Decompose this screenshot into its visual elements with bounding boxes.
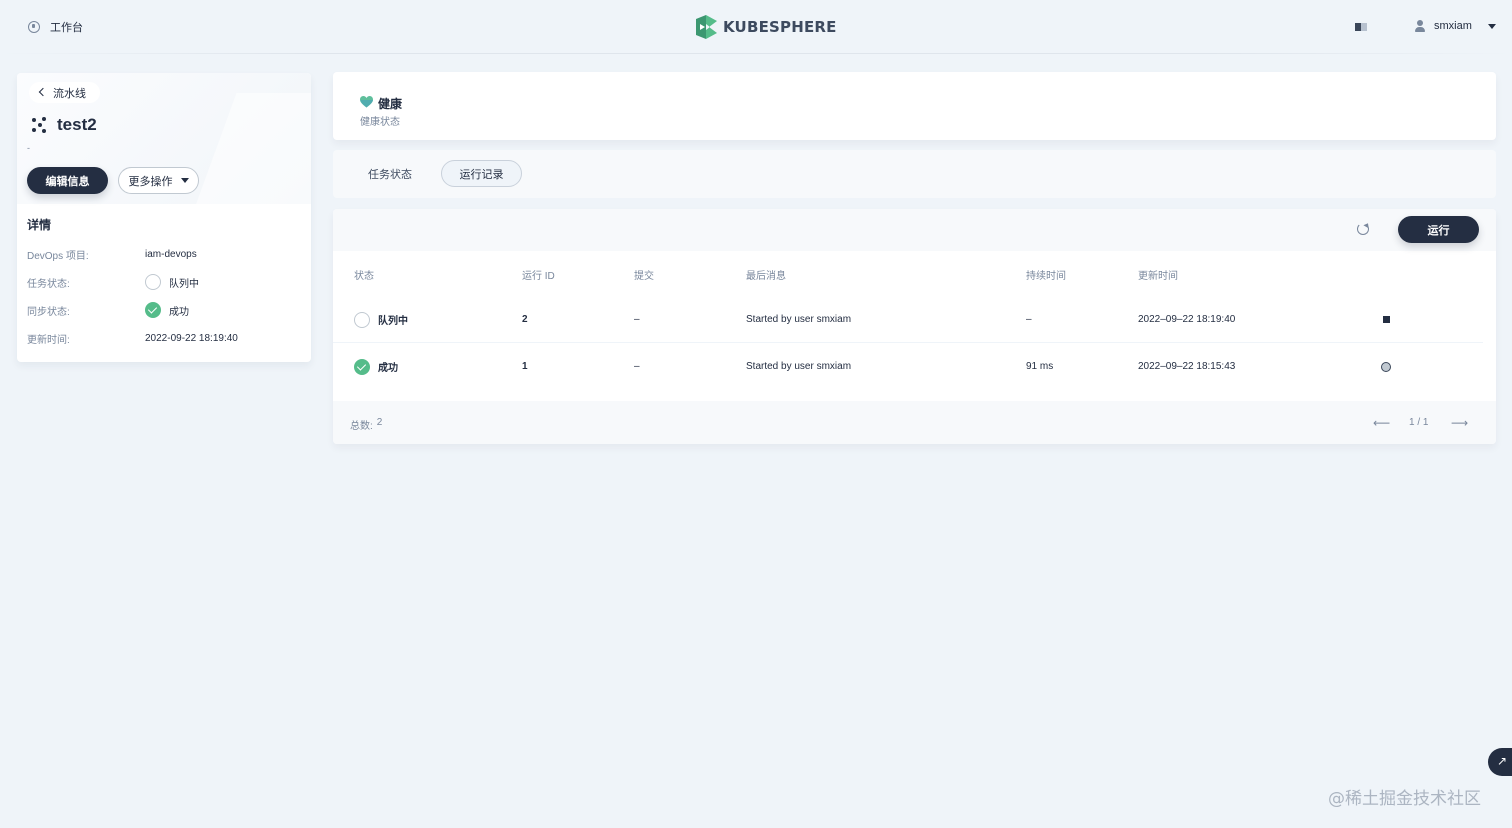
detail-task-status: 任务状态: 队列中 — [27, 273, 297, 291]
tabs-bar: 任务状态 运行记录 — [333, 150, 1496, 198]
pipeline-info-card: 流水线 test2 - 编辑信息 更多操作 详情 DevOps 项目: iam-… — [17, 73, 311, 362]
watermark: @稀土掘金技术社区 — [1328, 789, 1481, 809]
kubesphere-logo-icon — [696, 15, 717, 39]
health-subtitle: 健康状态 — [360, 117, 400, 128]
commit: – — [634, 314, 640, 325]
updated-time: 2022–09–22 18:19:40 — [1138, 314, 1236, 325]
tab-run-records[interactable]: 运行记录 — [441, 160, 522, 187]
replay-action[interactable] — [1381, 343, 1391, 390]
table-footer: 总数: 2 ⟵ 1 / 1 ⟶ — [333, 401, 1496, 444]
table-toolbar: 运行 — [333, 209, 1496, 251]
duration: 91 ms — [1026, 361, 1054, 372]
chevron-down-icon — [1487, 23, 1496, 29]
detail-key: 更新时间: — [27, 334, 70, 346]
detail-value: 队列中 — [169, 278, 199, 290]
back-label: 流水线 — [53, 87, 86, 100]
column-header: 状态 — [354, 271, 374, 282]
total-count: 总数: 2 — [350, 417, 382, 432]
health-title: 健康 — [378, 97, 403, 111]
column-header: 持续时间 — [1026, 271, 1066, 282]
last-message: Started by user smxiam — [746, 314, 852, 325]
column-header: 更新时间 — [1138, 271, 1178, 282]
detail-value: 成功 — [169, 306, 189, 318]
hammer-icon: ↗ — [1497, 754, 1508, 768]
more-actions-label: 更多操作 — [128, 175, 173, 188]
stop-icon[interactable] — [1383, 316, 1390, 323]
more-actions-button[interactable]: 更多操作 — [118, 167, 199, 194]
detail-value: 2022-09-22 18:19:40 — [145, 332, 238, 344]
detail-updated-time: 更新时间: 2022-09-22 18:19:40 — [27, 329, 297, 347]
pipeline-title: test2 — [31, 115, 97, 135]
layout-toggle-icon[interactable] — [1355, 23, 1367, 31]
run-records-card: 运行 状态 运行 ID 提交 最后消息 持续时间 更新时间 队列中 2 – St… — [333, 209, 1496, 444]
back-to-pipelines-link[interactable]: 流水线 — [29, 82, 100, 103]
duration: – — [1026, 314, 1032, 325]
detail-key: 任务状态: — [27, 278, 70, 290]
detail-devops-project: DevOps 项目: iam-devops — [27, 245, 297, 263]
status-cell: 成功 — [354, 343, 398, 390]
pipeline-summary: 流水线 test2 - 编辑信息 更多操作 — [17, 73, 311, 233]
user-icon — [1414, 20, 1426, 32]
pipeline-icon — [31, 117, 47, 133]
pipeline-description: - — [27, 143, 30, 153]
pipeline-name: test2 — [57, 115, 97, 134]
kubesphere-logo[interactable]: KUBESPHERE — [696, 15, 837, 39]
detail-value: iam-devops — [145, 248, 197, 260]
column-header: 运行 ID — [522, 271, 555, 282]
logo-text: KUBESPHERE — [723, 18, 837, 36]
status-cell: 队列中 — [354, 296, 408, 343]
table-row[interactable]: 队列中 2 – Started by user smxiam – 2022–09… — [333, 296, 1483, 343]
updated-time: 2022–09–22 18:15:43 — [1138, 361, 1236, 372]
health-card: 健康 健康状态 — [333, 72, 1496, 140]
total-value: 2 — [376, 417, 383, 428]
success-check-icon — [145, 302, 161, 318]
details-title: 详情 — [27, 218, 52, 232]
stop-action[interactable] — [1383, 296, 1390, 343]
detail-key: 同步状态: — [27, 306, 70, 318]
chevron-down-icon — [180, 178, 189, 183]
last-message: Started by user smxiam — [746, 361, 852, 372]
run-id[interactable]: 2 — [522, 296, 528, 343]
replay-icon[interactable] — [1381, 361, 1391, 372]
tools-float-button[interactable]: ↗ — [1488, 748, 1512, 776]
arrow-left-icon[interactable]: ⟵ — [1373, 416, 1390, 430]
user-name: smxiam — [1434, 20, 1472, 32]
run-id[interactable]: 1 — [522, 343, 528, 390]
detail-sync-status: 同步状态: 成功 — [27, 301, 297, 319]
detail-key: DevOps 项目: — [27, 250, 89, 262]
column-header: 提交 — [634, 271, 654, 282]
column-header: 最后消息 — [746, 271, 786, 282]
arrow-right-icon[interactable]: ⟶ — [1451, 416, 1468, 430]
queued-circle-icon — [145, 274, 161, 290]
total-label: 总数: — [350, 421, 373, 432]
workbench-label: 工作台 — [50, 22, 83, 34]
table-row[interactable]: 成功 1 – Started by user smxiam 91 ms 2022… — [333, 343, 1483, 390]
success-check-icon — [354, 358, 370, 375]
heart-icon — [360, 96, 373, 108]
chevron-left-icon — [38, 87, 48, 97]
queued-circle-icon — [354, 311, 370, 328]
commit: – — [634, 361, 640, 372]
run-button[interactable]: 运行 — [1398, 216, 1479, 243]
refresh-icon[interactable] — [1357, 223, 1369, 235]
tab-task-status[interactable]: 任务状态 — [353, 160, 427, 187]
status-label: 成功 — [378, 363, 398, 374]
workbench-icon — [28, 21, 40, 33]
page-info: 1 / 1 — [1409, 417, 1429, 428]
edit-info-button[interactable]: 编辑信息 — [27, 167, 108, 194]
top-header: 工作台 KUBESPHERE smxiam — [0, 0, 1512, 54]
user-menu[interactable]: smxiam — [1414, 20, 1496, 32]
header-divider — [0, 53, 1512, 54]
workbench-link[interactable]: 工作台 — [28, 19, 83, 35]
status-label: 队列中 — [378, 316, 408, 327]
